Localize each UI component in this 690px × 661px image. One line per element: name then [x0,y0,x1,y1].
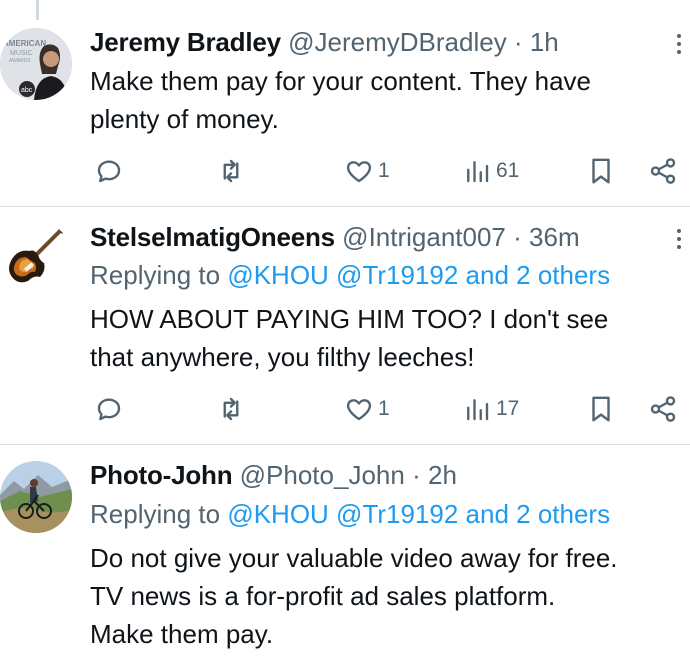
tweet-actions: 1 17 [90,391,686,427]
like-count: 1 [378,159,390,182]
reply-button[interactable] [94,153,124,189]
avatar-image [0,221,72,293]
tweet-text-line: TV news is a for-profit ad sales platfor… [90,581,556,611]
display-name[interactable]: StelselmatigOneens [90,222,335,252]
more-options-icon[interactable] [672,225,686,255]
tweet-text: HOW ABOUT PAYING HIM TOO? I don't see th… [90,300,680,376]
like-count: 1 [378,397,390,420]
svg-text:MUSIC: MUSIC [10,50,33,57]
tweet-text-line: that anywhere, you filthy leeches! [90,342,475,372]
tweet-text-line: plenty of money. [90,104,279,134]
svg-text:AWARDS: AWARDS [9,58,31,64]
tweet-actions: 1 61 [90,153,686,189]
svg-text:abc: abc [21,87,33,94]
tweet-stelselmatigoneens[interactable]: StelselmatigOneens @Intrigant007 · 36m R… [0,207,690,444]
bookmark-icon [592,396,610,422]
more-options-icon[interactable] [672,30,686,60]
separator-dot: · [513,27,523,57]
bookmark-button[interactable] [586,153,616,189]
timestamp[interactable]: 2h [428,460,457,490]
user-handle[interactable]: @JeremyDBradley [288,27,507,57]
views-button[interactable]: 61 [462,153,519,189]
separator-dot: · [412,460,421,490]
avatar[interactable]: AMERICAN MUSIC AWARDS abc [0,28,72,100]
timestamp[interactable]: 1h [530,27,559,57]
avatar-image: AMERICAN MUSIC AWARDS abc [0,28,72,100]
reply-icon [97,160,121,183]
share-button[interactable] [648,391,678,427]
tweet-text-line: Make them pay. [90,619,274,649]
tweet-text-line: Do not give your valuable video away for… [90,543,618,573]
avatar-image [0,461,72,533]
user-handle[interactable]: @Intrigant007 [342,222,506,252]
reply-icon [97,398,121,421]
tweet-text-line: Make them pay for your content. They hav… [90,66,592,96]
share-icon [650,396,676,422]
display-name[interactable]: Jeremy Bradley [90,27,281,57]
retweet-icon [223,159,239,183]
share-icon [650,158,676,184]
avatar[interactable] [0,221,72,293]
replying-to-prefix: Replying to [90,260,221,290]
views-icon [467,399,489,421]
like-button[interactable]: 1 [344,153,390,189]
tweet-header: Photo-John @Photo_John · 2h [90,457,457,493]
retweet-button[interactable] [216,153,246,189]
replying-to: Replying to @KHOU @Tr19192 and 2 others [90,257,610,293]
like-button[interactable]: 1 [344,391,390,427]
timestamp[interactable]: 36m [529,222,580,252]
tweet-text-line: HOW ABOUT PAYING HIM TOO? I don't see [90,304,609,334]
views-icon [467,161,489,183]
view-count: 17 [496,397,520,420]
replying-to-mentions[interactable]: @KHOU @Tr19192 and 2 others [227,260,610,290]
like-icon [346,161,372,183]
tweet-text: Do not give your valuable video away for… [90,539,680,653]
tweet-text: Make them pay for your content. They hav… [90,62,680,138]
view-count: 61 [496,159,520,182]
bookmark-icon [592,158,610,184]
avatar-logo-text: AMERICAN [3,39,46,48]
views-button[interactable]: 17 [462,391,519,427]
tweet-header: StelselmatigOneens @Intrigant007 · 36m [90,219,580,255]
replying-to-mentions[interactable]: @KHOU @Tr19192 and 2 others [227,499,610,529]
separator-dot: · [513,222,522,252]
tweet-header: Jeremy Bradley @JeremyDBradley · 1h [90,24,559,60]
replying-to-prefix: Replying to [90,499,221,529]
bookmark-button[interactable] [586,391,616,427]
tweet-photo-john[interactable]: Photo-John @Photo_John · 2h Replying to … [0,445,690,661]
reply-button[interactable] [94,391,124,427]
display-name[interactable]: Photo-John [90,460,233,490]
replying-to: Replying to @KHOU @Tr19192 and 2 others [90,496,610,532]
retweet-button[interactable] [216,391,246,427]
like-icon [346,399,372,421]
avatar[interactable] [0,461,72,533]
share-button[interactable] [648,153,678,189]
retweet-icon [223,397,239,421]
user-handle[interactable]: @Photo_John [240,460,405,490]
tweet-jeremy-bradley[interactable]: AMERICAN MUSIC AWARDS abc Jeremy Bradley… [0,0,690,206]
